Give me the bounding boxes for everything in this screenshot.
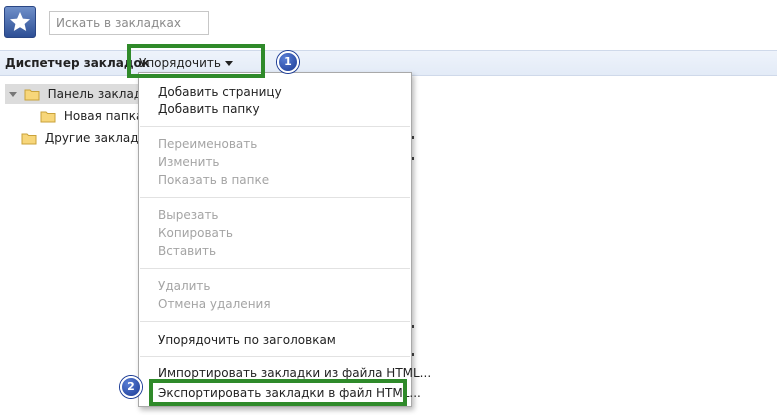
menu-separator [140,321,410,322]
menu-item-copy: Копировать [158,226,233,240]
background-artifact [412,353,414,356]
top-bar [0,0,777,50]
menu-item-rename: Переименовать [158,137,258,151]
menu-separator [140,268,410,269]
menu-item-paste: Вставить [158,244,217,258]
folder-icon [21,133,37,145]
tree-item-other-bookmarks[interactable]: Другие закладки [21,128,154,148]
step-badge-1: 1 [277,51,299,73]
tree-item-new-folder[interactable]: Новая папка [40,106,143,126]
search-input[interactable] [49,11,209,35]
highlight-box-step-1 [127,44,265,78]
menu-item-edit: Изменить [158,155,220,169]
tree-item-bookmarks-bar[interactable]: Панель закладок [5,84,157,104]
menu-separator [140,126,410,127]
menu-separator [140,356,410,357]
menu-item-undo-delete: Отмена удаления [158,297,271,311]
tree-item-label: Новая папка [63,109,144,123]
menu-item-add-page[interactable]: Добавить страницу [158,83,282,101]
background-artifact [412,157,414,160]
star-icon[interactable] [4,6,36,38]
folder-icon [40,111,56,123]
organize-dropdown-menu: Добавить страницу Добавить папку Переиме… [138,72,431,407]
background-artifact [412,325,414,328]
menu-item-cut: Вырезать [158,208,219,222]
menu-item-delete: Удалить [158,279,211,293]
menu-item-add-folder[interactable]: Добавить папку [158,100,260,118]
highlight-box-step-2 [149,379,407,406]
menu-item-show-in-folder: Показать в папке [158,173,270,187]
menu-separator [140,197,410,198]
menu-item-sort-by-title[interactable]: Упорядочить по заголовкам [158,331,336,349]
expand-arrow-icon[interactable] [9,92,17,97]
step-badge-2: 2 [120,376,142,398]
background-artifact [412,136,414,139]
folder-icon [24,89,40,101]
